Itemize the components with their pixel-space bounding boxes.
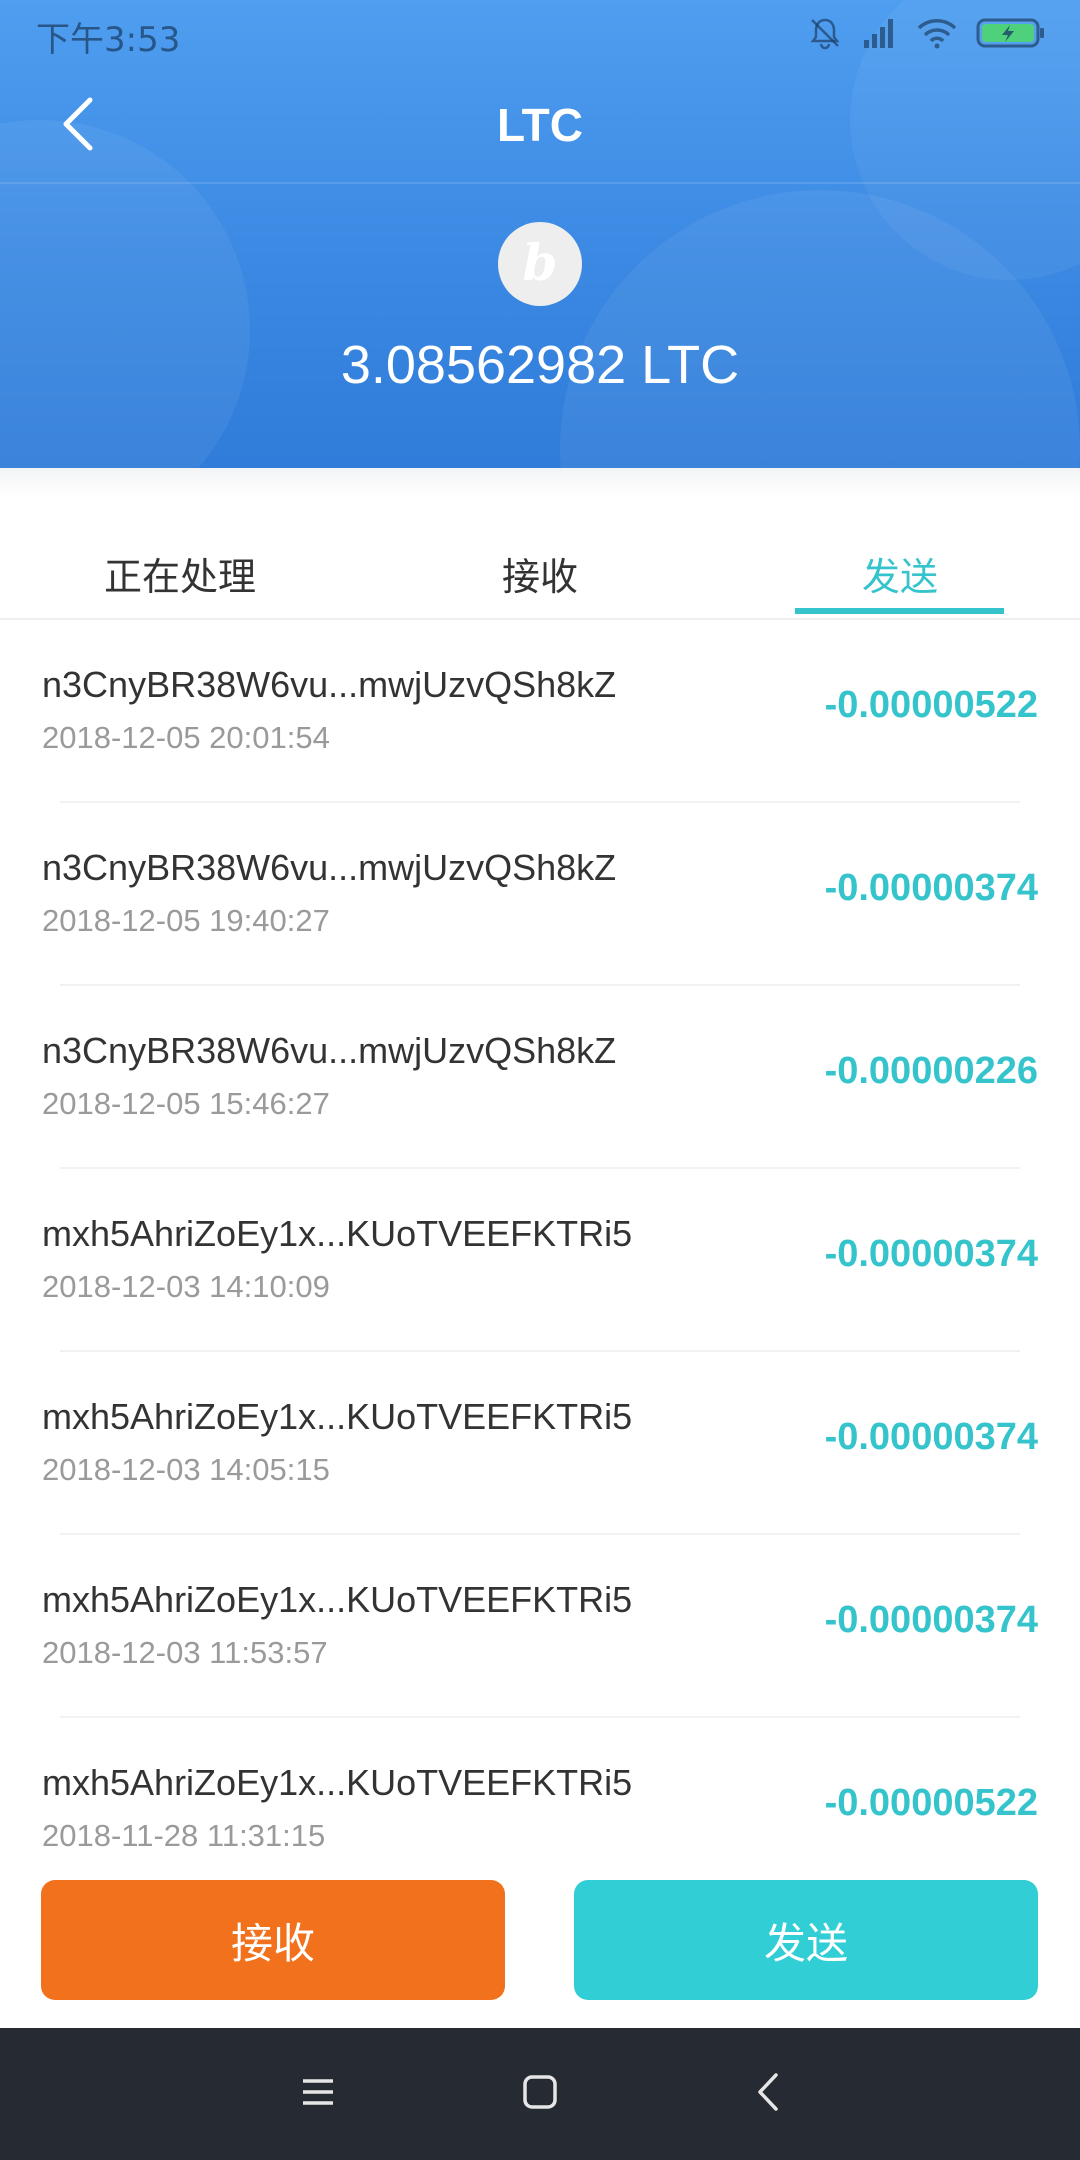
battery-charging-icon <box>976 16 1046 50</box>
nav-bar: LTC <box>0 70 1080 182</box>
transaction-time: 2018-12-05 20:01:54 <box>42 720 330 755</box>
transaction-time: 2018-12-03 11:53:57 <box>42 1635 328 1670</box>
transaction-row[interactable]: mxh5AhriZoEy1x...KUoTVEEFKTRi5 2018-11-2… <box>0 1718 1080 1868</box>
wallet-detail-screen: 下午3:53 LTC b 3.08562982 LTC 正在处理 接收 发送 n… <box>0 0 1080 2160</box>
receive-button[interactable]: 接收 <box>41 1880 505 2000</box>
coin-header: 下午3:53 LTC b 3.08562982 LTC <box>0 0 1080 468</box>
transaction-amount: -0.00000374 <box>824 1233 1038 1275</box>
tab-processing[interactable]: 正在处理 <box>0 546 360 601</box>
status-bar: 下午3:53 <box>0 0 1080 70</box>
transaction-row[interactable]: n3CnyBR38W6vu...mwjUzvQSh8kZ 2018-12-05 … <box>0 803 1080 986</box>
transaction-time: 2018-12-03 14:05:15 <box>42 1452 330 1487</box>
home-icon <box>522 2074 558 2114</box>
transaction-amount: -0.00000374 <box>824 1599 1038 1641</box>
mute-bell-icon <box>806 14 844 52</box>
status-time: 下午3:53 <box>36 20 181 60</box>
transaction-time: 2018-11-28 11:31:15 <box>42 1818 326 1853</box>
transaction-amount: -0.00000374 <box>824 867 1038 909</box>
wifi-icon <box>916 16 958 50</box>
tab-send[interactable]: 发送 <box>720 546 1080 601</box>
system-nav-bar <box>0 2028 1080 2160</box>
send-button[interactable]: 发送 <box>574 1880 1038 2000</box>
menu-icon <box>300 2077 336 2111</box>
recent-apps-button[interactable] <box>288 2064 348 2124</box>
transaction-address: n3CnyBR38W6vu...mwjUzvQSh8kZ <box>42 1030 617 1071</box>
transaction-row[interactable]: mxh5AhriZoEy1x...KUoTVEEFKTRi5 2018-12-0… <box>0 1535 1080 1718</box>
transaction-time: 2018-12-05 19:40:27 <box>42 903 330 938</box>
transaction-address: mxh5AhriZoEy1x...KUoTVEEFKTRi5 <box>42 1762 633 1803</box>
page-title: LTC <box>496 99 583 151</box>
nav-divider <box>0 182 1080 184</box>
action-bar: 接收 发送 <box>0 1868 1080 2028</box>
transaction-row[interactable]: mxh5AhriZoEy1x...KUoTVEEFKTRi5 2018-12-0… <box>0 1169 1080 1352</box>
transaction-row[interactable]: mxh5AhriZoEy1x...KUoTVEEFKTRi5 2018-12-0… <box>0 1352 1080 1535</box>
status-icons <box>806 14 1046 52</box>
system-back-button[interactable] <box>738 2064 798 2124</box>
transaction-list[interactable]: n3CnyBR38W6vu...mwjUzvQSh8kZ 2018-12-05 … <box>0 620 1080 1868</box>
transaction-address: mxh5AhriZoEy1x...KUoTVEEFKTRi5 <box>42 1213 633 1254</box>
transaction-amount: -0.00000374 <box>824 1416 1038 1458</box>
tab-receive[interactable]: 接收 <box>360 546 720 601</box>
transaction-row[interactable]: n3CnyBR38W6vu...mwjUzvQSh8kZ 2018-12-05 … <box>0 620 1080 803</box>
transaction-amount: -0.00000522 <box>824 1782 1038 1824</box>
transaction-amount: -0.00000522 <box>824 684 1038 726</box>
coin-logo-icon: b <box>498 222 582 306</box>
home-button[interactable] <box>510 2064 570 2124</box>
transaction-address: n3CnyBR38W6vu...mwjUzvQSh8kZ <box>42 847 617 888</box>
transaction-address: mxh5AhriZoEy1x...KUoTVEEFKTRi5 <box>42 1579 633 1620</box>
tab-bar: 正在处理 接收 发送 <box>0 496 1080 620</box>
transaction-address: mxh5AhriZoEy1x...KUoTVEEFKTRi5 <box>42 1396 633 1437</box>
active-tab-indicator <box>795 608 1004 614</box>
balance-amount: 3.08562982 LTC <box>340 335 740 395</box>
tabs-spacer <box>0 468 1080 496</box>
transaction-time: 2018-12-05 15:46:27 <box>42 1086 330 1121</box>
signal-icon <box>862 16 898 50</box>
back-icon <box>756 2072 780 2116</box>
coin-logo-glyph: b <box>522 232 558 292</box>
transaction-address: n3CnyBR38W6vu...mwjUzvQSh8kZ <box>42 664 617 705</box>
transaction-amount: -0.00000226 <box>824 1050 1038 1092</box>
transaction-time: 2018-12-03 14:10:09 <box>42 1269 330 1304</box>
transaction-row[interactable]: n3CnyBR38W6vu...mwjUzvQSh8kZ 2018-12-05 … <box>0 986 1080 1169</box>
